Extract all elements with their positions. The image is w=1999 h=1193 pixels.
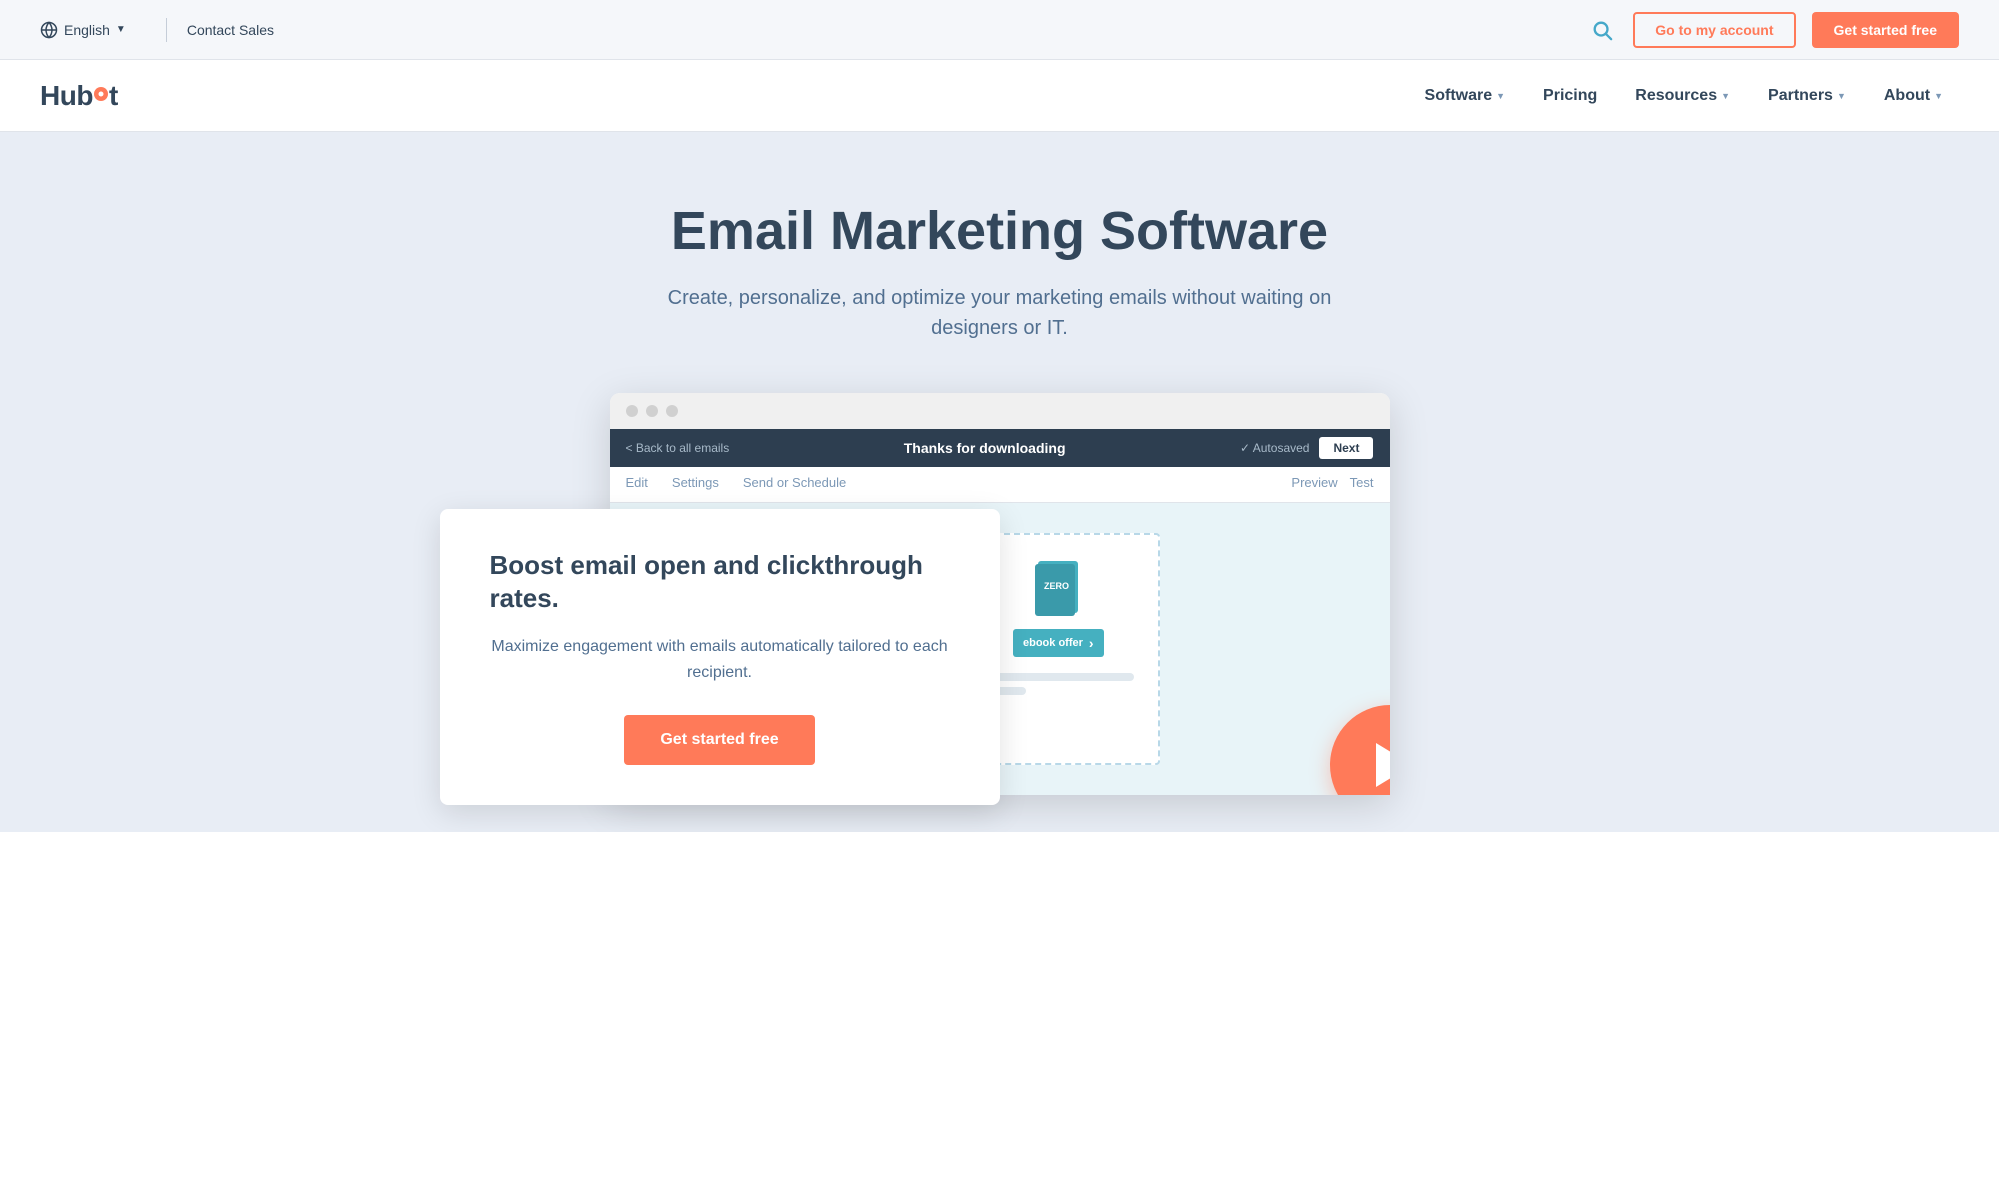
vertical-divider [166,18,167,42]
top-bar-left: English ▼ Contact Sales [40,18,274,42]
main-nav: Hubt Software ▼ Pricing Resources ▼ Part… [0,60,1999,132]
nav-item-resources[interactable]: Resources ▼ [1619,79,1746,113]
get-started-hero-button[interactable]: Get started free [624,715,814,765]
logo-t: t [109,80,118,112]
browser-tab-bar: Edit Settings Send or Schedule Preview T… [610,467,1390,503]
browser-tab-send[interactable]: Send or Schedule [743,475,846,494]
search-button[interactable] [1587,15,1617,45]
play-button[interactable] [1330,705,1390,795]
chevron-down-icon: ▼ [1496,91,1505,101]
get-started-top-button[interactable]: Get started free [1812,12,1959,48]
nav-resources-label: Resources [1635,87,1717,105]
browser-tab-edit[interactable]: Edit [626,475,648,494]
language-selector[interactable]: English ▼ [40,21,146,39]
browser-tab-settings[interactable]: Settings [672,475,719,494]
hero-section: Email Marketing Software Create, persona… [0,132,1999,832]
floating-card: Boost email open and clickthrough rates.… [440,509,1000,806]
browser-title-bar [610,393,1390,429]
ebook-badge[interactable]: ebook offer [1013,629,1104,657]
svg-text:ZERO: ZERO [1044,581,1069,591]
browser-next-button[interactable]: Next [1319,437,1373,459]
ebook-label: ebook offer [1023,637,1083,649]
browser-dot-red [626,405,638,417]
browser-back-button[interactable]: < Back to all emails [626,441,730,455]
logo-spot-icon [94,87,108,101]
browser-toolbar-right: ✓ Autosaved Next [1240,437,1373,459]
nav-links: Software ▼ Pricing Resources ▼ Partners … [1409,79,1959,113]
globe-icon [40,21,58,39]
logo-area[interactable]: Hubt [40,80,118,112]
top-bar-right: Go to my account Get started free [1587,12,1959,48]
browser-autosave: ✓ Autosaved [1240,441,1309,455]
contact-sales-link[interactable]: Contact Sales [187,22,274,38]
browser-toolbar: < Back to all emails Thanks for download… [610,429,1390,467]
browser-tab-test[interactable]: Test [1350,475,1374,494]
nav-item-software[interactable]: Software ▼ [1409,79,1522,113]
browser-tab-right: Preview Test [1291,475,1373,494]
language-label: English [64,22,110,38]
logo[interactable]: Hubt [40,80,118,112]
nav-software-label: Software [1425,87,1493,105]
hero-title: Email Marketing Software [40,202,1959,261]
chevron-down-icon: ▼ [1837,91,1846,101]
browser-email-title: Thanks for downloading [904,440,1066,456]
book-icon: ZERO [1033,559,1083,619]
chevron-down-icon: ▼ [116,24,126,35]
nav-partners-label: Partners [1768,87,1833,105]
hero-subtitle: Create, personalize, and optimize your m… [660,283,1340,343]
nav-item-pricing[interactable]: Pricing [1527,79,1613,113]
chevron-down-icon: ▼ [1934,91,1943,101]
nav-pricing-label: Pricing [1543,87,1597,105]
nav-about-label: About [1884,87,1930,105]
logo-hub: Hub [40,80,93,112]
floating-card-text: Maximize engagement with emails automati… [490,634,950,685]
chevron-down-icon: ▼ [1721,91,1730,101]
search-icon [1591,19,1613,41]
nav-item-partners[interactable]: Partners ▼ [1752,79,1862,113]
go-to-account-button[interactable]: Go to my account [1633,12,1795,48]
browser-dot-yellow [646,405,658,417]
browser-tab-preview[interactable]: Preview [1291,475,1337,494]
play-triangle-icon [1376,743,1390,787]
browser-dot-green [666,405,678,417]
top-bar: English ▼ Contact Sales Go to my account… [0,0,1999,60]
nav-item-about[interactable]: About ▼ [1868,79,1959,113]
ebook-area: ZERO ebook offer [1013,559,1104,657]
floating-card-title: Boost email open and clickthrough rates. [490,549,950,617]
